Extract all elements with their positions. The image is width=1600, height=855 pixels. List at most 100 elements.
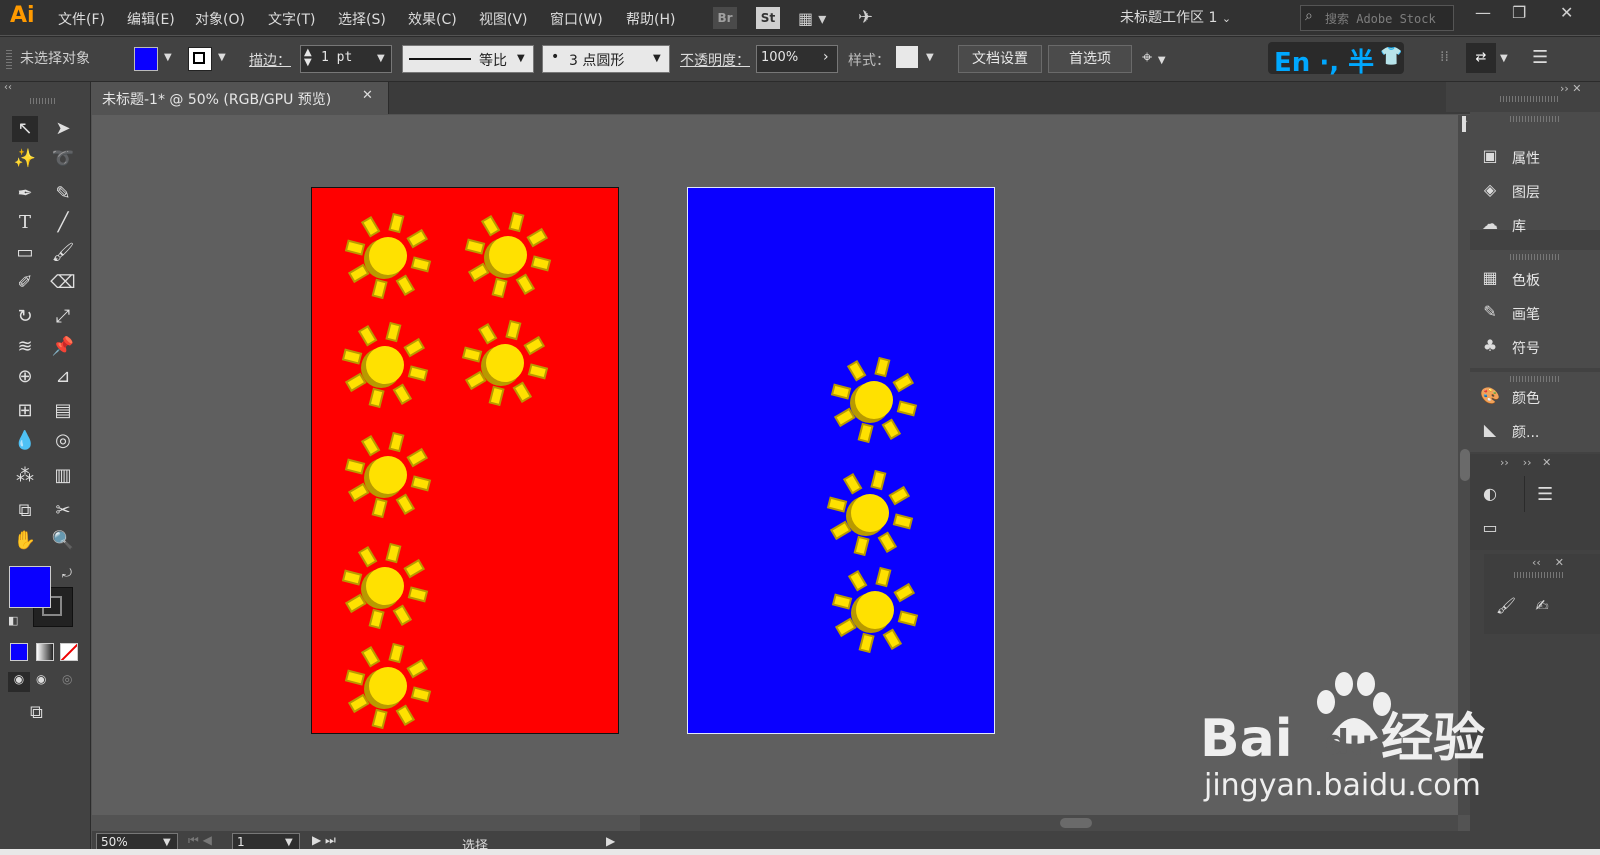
draw-inside-icon[interactable]: ◎ — [62, 672, 72, 686]
last-artboard-icon[interactable]: ▶ ⏭ — [312, 833, 336, 848]
gradient-mode-icon[interactable] — [36, 643, 54, 661]
stroke-weight-field[interactable]: ▲ ▼ 1 pt ▼ — [300, 45, 392, 73]
draw-normal-icon[interactable]: ◉ — [8, 672, 30, 692]
line-tool-icon[interactable]: ╱ — [50, 210, 76, 236]
bar-grip[interactable] — [6, 49, 12, 69]
curvature-tool-icon[interactable]: ✎ — [50, 181, 76, 207]
screen-mode-icon[interactable]: ⧉ — [30, 702, 43, 723]
chevron-down-icon[interactable]: ▼ — [926, 52, 934, 63]
panel-swatches[interactable]: 色板 — [1512, 270, 1540, 290]
eraser-tool-icon[interactable]: ⌫ — [50, 270, 76, 296]
perspective-grid-tool-icon[interactable]: ⊿ — [50, 364, 76, 390]
document-setup-button[interactable]: 文档设置 — [958, 45, 1042, 73]
collapse-icon[interactable]: ‹‹ — [4, 82, 12, 93]
pen-tool-icon[interactable]: ✒ — [12, 181, 38, 207]
transparency-icon[interactable]: ◐ — [1478, 484, 1502, 506]
color-guide-icon[interactable]: ◣ — [1478, 420, 1502, 442]
menu-type[interactable]: 文字(T) — [268, 9, 315, 29]
panel-properties[interactable]: 属性 — [1512, 148, 1540, 168]
libraries-icon[interactable]: ☁ — [1478, 214, 1502, 236]
arrange-documents-icon[interactable]: ▦ ▾ — [798, 9, 826, 28]
artboard-2[interactable] — [687, 187, 995, 734]
panel-color[interactable]: 颜色 — [1512, 388, 1540, 408]
menu-icon[interactable]: ☰ — [1532, 47, 1548, 68]
fill-dropdown-icon[interactable]: ▼ — [164, 52, 172, 63]
preferences-button[interactable]: 首选项 — [1048, 45, 1132, 73]
panel-header-controls[interactable]: ›› ›› ✕ — [1500, 456, 1551, 469]
stroke-label[interactable]: 描边： — [249, 50, 291, 70]
chevron-right-icon[interactable]: › — [823, 49, 829, 65]
align-icon[interactable]: ⌖ ▼ — [1142, 47, 1166, 68]
gradient-tool-icon[interactable]: ▤ — [50, 398, 76, 424]
hscroll-thumb[interactable] — [1060, 818, 1092, 828]
draw-behind-icon[interactable]: ◉ — [36, 672, 46, 686]
hand-tool-icon[interactable]: ✋ — [12, 528, 38, 554]
direct-selection-tool-icon[interactable]: ➤ — [50, 116, 76, 142]
scale-tool-icon[interactable]: ⤢ — [50, 304, 76, 330]
status-menu-icon[interactable]: ▶ — [606, 834, 615, 848]
artboard-1[interactable] — [311, 187, 619, 734]
swatches-icon[interactable]: ▦ — [1478, 268, 1502, 290]
minimize-icon[interactable]: — — [1475, 3, 1491, 22]
blend-tool-icon[interactable]: ◎ — [50, 428, 76, 454]
rotate-tool-icon[interactable]: ↻ — [12, 304, 38, 330]
color-mode-icon[interactable] — [10, 643, 28, 661]
dock-collapse[interactable] — [1446, 82, 1470, 132]
swap-colors-icon[interactable]: ⤾ — [62, 566, 72, 581]
chevron-down-icon[interactable]: ▼ — [377, 53, 385, 64]
mesh-tool-icon[interactable]: ⊞ — [12, 398, 38, 424]
symbols-icon[interactable]: ♣ — [1478, 336, 1502, 358]
stroke-swatch[interactable] — [188, 47, 212, 71]
symbol-sprayer-tool-icon[interactable]: ⁂ — [12, 463, 38, 489]
close-icon[interactable]: ✕ — [1560, 3, 1573, 22]
menu-edit[interactable]: 编辑(E) — [127, 9, 175, 29]
rectangle-tool-icon[interactable]: ▭ — [12, 240, 38, 266]
zoom-tool-icon[interactable]: 🔍 — [50, 528, 76, 554]
first-artboard-icon[interactable]: ⏮ ◀ — [188, 833, 212, 848]
panel-grip[interactable] — [1500, 96, 1560, 102]
eyedropper-tool-icon[interactable]: 💧 — [12, 428, 38, 454]
type-tool-icon[interactable]: T — [12, 210, 38, 236]
chevron-down-icon[interactable]: ▼ — [285, 837, 293, 848]
properties-icon[interactable]: ▣ — [1478, 146, 1502, 168]
panel-header-controls[interactable]: ‹‹ ✕ — [1532, 556, 1564, 569]
workspace-switcher[interactable]: 未标题工作区 1 ⌄ — [1120, 7, 1231, 27]
gpu-performance-icon[interactable]: ✈ — [858, 7, 873, 28]
panel-grip[interactable] — [30, 98, 56, 104]
chevron-down-icon[interactable]: ▼ — [517, 53, 525, 64]
slice-tool-icon[interactable]: ✂ — [50, 498, 76, 524]
brushes-icon[interactable]: ✎ — [1478, 302, 1502, 324]
opacity-field[interactable]: 100% › — [756, 45, 838, 73]
default-colors-icon[interactable]: ◧ — [8, 614, 18, 627]
panel-color-guide[interactable]: 颜... — [1512, 422, 1539, 442]
panel-libraries[interactable]: 库 — [1512, 216, 1526, 236]
column-graph-tool-icon[interactable]: ▥ — [50, 463, 76, 489]
opacity-label[interactable]: 不透明度： — [680, 50, 750, 70]
stepper-icon[interactable]: ▲ ▼ — [304, 48, 312, 68]
menu-object[interactable]: 对象(O) — [195, 9, 245, 29]
warp-tool-icon[interactable]: ≋ — [12, 334, 38, 360]
menu-select[interactable]: 选择(S) — [338, 9, 386, 29]
stock-search-input[interactable]: ⌕ 搜索 Adobe Stock — [1300, 5, 1454, 31]
color-icon[interactable]: 🎨 — [1478, 386, 1502, 408]
magic-wand-tool-icon[interactable]: ✨ — [12, 146, 38, 172]
stroke-profile-select[interactable]: 等比 ▼ — [402, 45, 534, 73]
pen-panel-icon[interactable]: ✍ — [1530, 596, 1554, 618]
menu-file[interactable]: 文件(F) — [58, 9, 105, 29]
ime-status[interactable]: En ·, 半 👕 — [1268, 42, 1404, 78]
chevron-down-icon[interactable]: ▼ — [1500, 53, 1508, 64]
none-mode-icon[interactable] — [60, 643, 78, 661]
lasso-tool-icon[interactable]: ➰ — [50, 146, 76, 172]
document-tab[interactable]: 未标题-1* @ 50% (RGB/GPU 预览) ✕ — [92, 82, 389, 114]
panel-grip[interactable] — [1510, 376, 1560, 382]
panel-layers[interactable]: 图层 — [1512, 182, 1540, 202]
shape-builder-tool-icon[interactable]: ⊕ — [12, 364, 38, 390]
align-panel-icon[interactable]: ☰ — [1524, 476, 1569, 512]
scroll-thumb[interactable] — [1460, 449, 1470, 481]
puppet-warp-tool-icon[interactable]: 📌 — [50, 334, 76, 360]
chevron-down-icon[interactable]: ▼ — [163, 837, 171, 848]
stroke-dropdown-icon[interactable]: ▼ — [218, 52, 226, 63]
bridge-button[interactable]: Br — [713, 7, 737, 29]
collapse-dock-icon[interactable]: ›› ✕ — [1560, 82, 1582, 95]
close-tab-icon[interactable]: ✕ — [362, 88, 373, 103]
